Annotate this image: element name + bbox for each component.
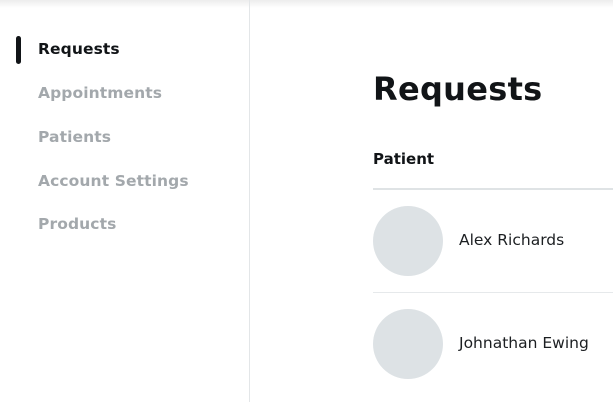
sidebar-item-products[interactable]: Products (38, 215, 116, 233)
column-header-patient: Patient (373, 150, 435, 168)
active-nav-indicator (16, 36, 21, 64)
sidebar-item-patients[interactable]: Patients (38, 128, 111, 146)
avatar (373, 206, 443, 276)
sidebar-item-account-settings[interactable]: Account Settings (38, 172, 189, 190)
sidebar: Requests Appointments Patients Account S… (0, 0, 250, 402)
main-content: Requests Patient Alex Richards Johnathan… (251, 0, 613, 402)
page-title: Requests (373, 70, 543, 108)
avatar (373, 309, 443, 379)
patient-name: Alex Richards (459, 231, 565, 249)
sidebar-item-requests[interactable]: Requests (38, 40, 120, 58)
table-row[interactable]: Johnathan Ewing (373, 293, 613, 396)
patient-name: Johnathan Ewing (459, 334, 589, 352)
sidebar-item-appointments[interactable]: Appointments (38, 84, 162, 102)
table-row[interactable]: Alex Richards (373, 190, 613, 293)
app-window: Requests Appointments Patients Account S… (0, 0, 613, 402)
